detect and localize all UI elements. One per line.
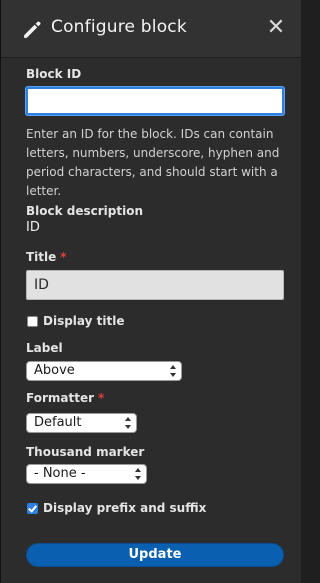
pencil-icon	[24, 21, 41, 38]
label-select-value: Above	[34, 363, 75, 378]
block-id-input[interactable]	[26, 87, 284, 115]
formatter-label: Formatter *	[26, 391, 104, 405]
title-label: Title *	[26, 250, 67, 264]
display-title-checkbox[interactable]	[27, 316, 38, 327]
formatter-select[interactable]: Default	[26, 413, 137, 433]
formatter-label-text: Formatter	[26, 391, 95, 405]
dialog-header: Configure block ✕	[1, 0, 301, 58]
select-arrows-icon	[135, 468, 141, 480]
checkmark-icon	[28, 503, 37, 513]
label-field-label: Label	[26, 341, 63, 355]
thousand-marker-select[interactable]: - None -	[26, 464, 147, 484]
select-arrows-icon	[125, 417, 131, 429]
title-label-text: Title	[26, 250, 57, 264]
required-marker: *	[60, 250, 67, 264]
title-input[interactable]: ID	[26, 270, 284, 300]
configure-block-dialog: Configure block ✕ Block ID Enter an ID f…	[0, 0, 301, 583]
label-select[interactable]: Above	[26, 361, 182, 381]
select-arrows-icon	[170, 365, 176, 377]
block-description-value: ID	[26, 220, 40, 235]
block-id-label: Block ID	[26, 67, 82, 81]
formatter-select-value: Default	[34, 415, 82, 430]
prefix-suffix-checkbox[interactable]	[27, 503, 38, 514]
block-id-help: Enter an ID for the block. IDs can conta…	[26, 127, 280, 198]
display-title-label[interactable]: Display title	[43, 314, 125, 328]
required-marker: *	[98, 391, 105, 405]
block-description-label: Block description	[26, 204, 144, 218]
thousand-marker-select-value: - None -	[34, 466, 86, 481]
prefix-suffix-label[interactable]: Display prefix and suffix	[43, 501, 206, 515]
close-icon[interactable]: ✕	[265, 16, 287, 40]
dialog-title: Configure block	[51, 17, 187, 37]
thousand-marker-label: Thousand marker	[26, 445, 145, 459]
update-button[interactable]: Update	[26, 543, 284, 567]
